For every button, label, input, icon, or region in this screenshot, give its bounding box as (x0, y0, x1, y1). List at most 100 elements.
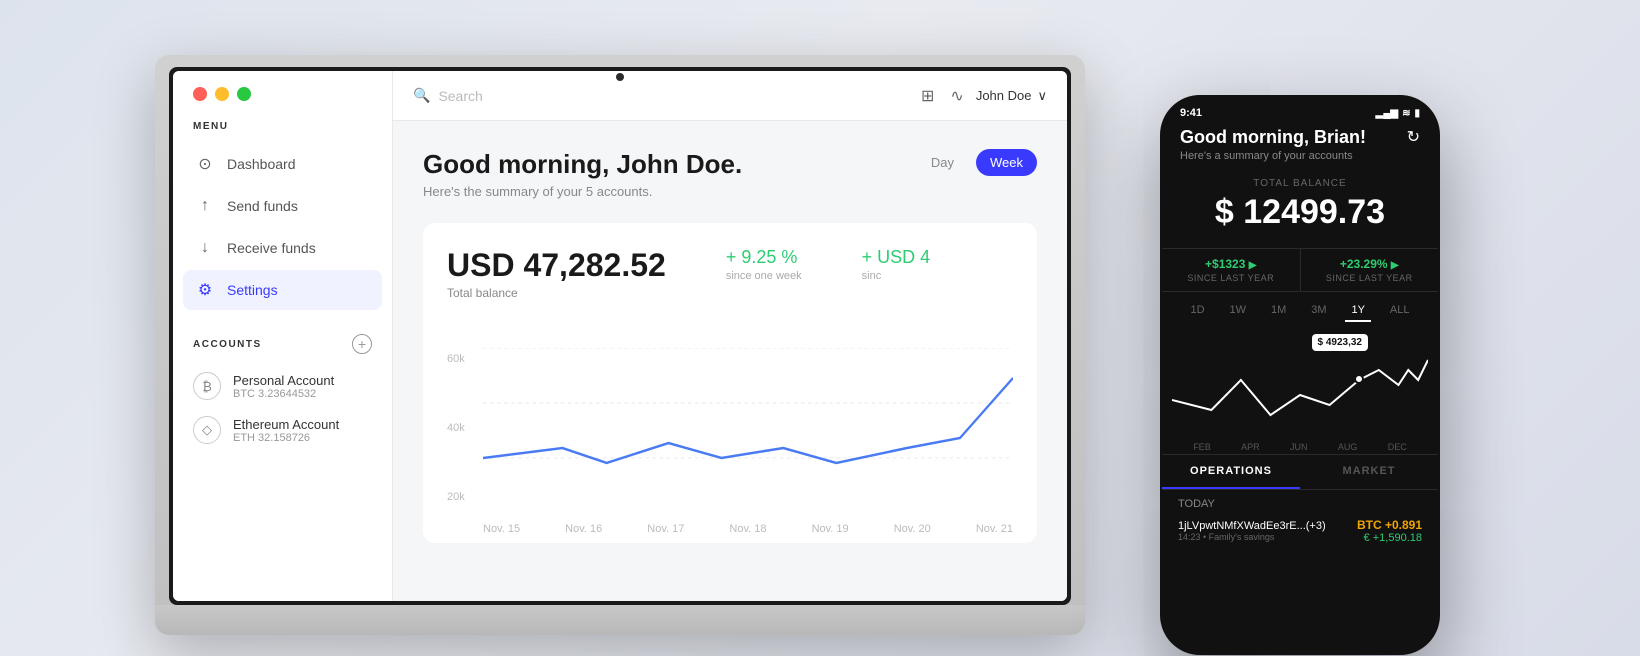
account-personal[interactable]: ₿ Personal Account BTC 3.23644532 (173, 364, 392, 408)
menu-label: MENU (173, 121, 392, 144)
clock-icon: ⊙ (195, 154, 215, 174)
laptop-bezel: MENU ⊙ Dashboard ↑ Send funds ↓ Receive (169, 67, 1071, 605)
sidebar-item-label: Settings (227, 282, 278, 298)
arrow-up-icon: ↑ (195, 196, 215, 216)
phone-period-tabs: 1D 1W 1M 3M 1Y ALL (1162, 292, 1438, 330)
op-detail: 1jLVpwtNMfXWadEe3rE...(+3) 14:23 • Famil… (1178, 520, 1347, 542)
stat1-value: + 9.25 % (726, 247, 802, 268)
phone-time: 9:41 (1180, 107, 1202, 119)
phone-screen: 9:41 ▂▄▆ ≋ ▮ Good morning, Brian! Here's… (1162, 95, 1438, 653)
search-wrap: 🔍 Search (413, 87, 909, 104)
topbar: 🔍 Search ⊞ ∿ John Doe ∨ (393, 71, 1067, 121)
sidebar-item-label: Receive funds (227, 240, 316, 256)
line-chart (483, 348, 1013, 513)
add-account-button[interactable]: + (352, 334, 372, 354)
op-coin: BTC +0.891 (1357, 518, 1422, 532)
phone-greeting-block: Good morning, Brian! Here's a summary of… (1180, 127, 1366, 162)
phone: 9:41 ▂▄▆ ≋ ▮ Good morning, Brian! Here's… (1160, 95, 1440, 655)
phone-balance-stats: +$1323 ▶ SINCE LAST YEAR +23.29% ▶ SINCE… (1162, 248, 1438, 292)
search-icon: 🔍 (413, 87, 430, 104)
accounts-label: ACCOUNTS (193, 339, 262, 350)
search-placeholder: Search (438, 88, 482, 104)
main-content: 🔍 Search ⊞ ∿ John Doe ∨ (393, 71, 1067, 601)
phone-x-dec: DEC (1388, 442, 1407, 452)
refresh-icon[interactable]: ↻ (1407, 127, 1420, 147)
wifi-icon: ≋ (1402, 108, 1410, 119)
stat2-label: sinc (862, 270, 931, 282)
period-tab-1y[interactable]: 1Y (1345, 300, 1370, 322)
op-value: € +1,590.18 (1357, 532, 1422, 544)
chart-balance-label: Total balance (447, 286, 666, 300)
period-tab-1w[interactable]: 1W (1224, 300, 1253, 322)
sidebar-item-receive[interactable]: ↓ Receive funds (183, 228, 382, 268)
period-tab-3m[interactable]: 3M (1305, 300, 1332, 322)
period-tab-all[interactable]: ALL (1384, 300, 1416, 322)
phone-header: Good morning, Brian! Here's a summary of… (1162, 119, 1438, 174)
x-label-2: Nov. 16 (565, 523, 602, 535)
sidebar-nav: ⊙ Dashboard ↑ Send funds ↓ Receive funds (173, 144, 392, 310)
phone-chart-area: $ 4923,32 (1172, 330, 1428, 440)
today-label: TODAY (1178, 498, 1422, 510)
sidebar: MENU ⊙ Dashboard ↑ Send funds ↓ Receive (173, 71, 393, 601)
balance-block: USD 47,282.52 Total balance (447, 247, 666, 300)
account-ethereum[interactable]: ◇ Ethereum Account ETH 32.158726 (173, 408, 392, 452)
period-week-button[interactable]: Week (976, 149, 1037, 176)
x-label-1: Nov. 15 (483, 523, 520, 535)
laptop: MENU ⊙ Dashboard ↑ Send funds ↓ Receive (155, 55, 1085, 635)
op-amount: BTC +0.891 € +1,590.18 (1357, 518, 1422, 544)
x-label-7: Nov. 21 (976, 523, 1013, 535)
traffic-lights (193, 87, 251, 101)
user-info[interactable]: John Doe ∨ (976, 88, 1047, 104)
period-tab-1d[interactable]: 1D (1184, 300, 1210, 322)
laptop-base (155, 605, 1085, 635)
op-sub: 14:23 • Family's savings (1178, 532, 1347, 542)
sidebar-item-label: Dashboard (227, 156, 296, 172)
tab-operations[interactable]: OPERATIONS (1162, 455, 1300, 489)
sidebar-item-settings[interactable]: ⚙ Settings (183, 270, 382, 310)
dashboard: Good morning, John Doe. Here's the summa… (393, 121, 1067, 601)
tab-market[interactable]: MARKET (1300, 455, 1438, 489)
btc-icon: ₿ (193, 372, 221, 400)
chart-header: USD 47,282.52 Total balance + 9.25 % sin… (447, 247, 1013, 300)
camera (616, 73, 624, 81)
arrow-down-icon: ↓ (195, 238, 215, 258)
phone-balance-section: TOTAL BALANCE $ 12499.73 (1162, 174, 1438, 240)
period-day-button[interactable]: Day (917, 149, 968, 176)
close-button[interactable] (193, 87, 207, 101)
x-label-4: Nov. 18 (729, 523, 766, 535)
battery-icon: ▮ (1414, 108, 1420, 119)
phone-stat2-value: +23.29% ▶ (1313, 257, 1427, 271)
stat2-value: + USD 4 (862, 247, 931, 268)
accounts-section: ACCOUNTS + ₿ Personal Account BTC 3.2364… (173, 334, 392, 452)
minimize-button[interactable] (215, 87, 229, 101)
maximize-button[interactable] (237, 87, 251, 101)
copy-icon[interactable]: ⊞ (921, 86, 934, 106)
op-hash: 1jLVpwtNMfXWadEe3rE...(+3) (1178, 520, 1347, 532)
chart-stat-2: + USD 4 sinc (862, 247, 931, 282)
account-info: Personal Account BTC 3.23644532 (233, 373, 334, 400)
greeting-title: Good morning, John Doe. (423, 149, 742, 180)
eth-icon: ◇ (193, 416, 221, 444)
phone-bottom-tabs: OPERATIONS MARKET (1162, 454, 1438, 490)
phone-x-jun: JUN (1290, 442, 1308, 452)
phone-x-apr: APR (1241, 442, 1260, 452)
account-sub: ETH 32.158726 (233, 432, 339, 444)
period-tab-1m[interactable]: 1M (1265, 300, 1292, 322)
greeting-row: Good morning, John Doe. Here's the summa… (423, 149, 1037, 199)
phone-greeting: Good morning, Brian! (1180, 127, 1366, 148)
account-name: Personal Account (233, 373, 334, 388)
phone-operations: TODAY 1jLVpwtNMfXWadEe3rE...(+3) 14:23 •… (1162, 490, 1438, 552)
sidebar-item-send[interactable]: ↑ Send funds (183, 186, 382, 226)
activity-icon[interactable]: ∿ (950, 86, 963, 106)
x-labels: Nov. 15 Nov. 16 Nov. 17 Nov. 18 Nov. 19 … (483, 523, 1013, 535)
y-label-60k: 60k (447, 353, 465, 365)
sidebar-item-label: Send funds (227, 198, 298, 214)
phone-line-chart (1172, 330, 1428, 440)
phone-chart-dot (1354, 374, 1364, 384)
greeting-block: Good morning, John Doe. Here's the summa… (423, 149, 742, 199)
sidebar-item-dashboard[interactable]: ⊙ Dashboard (183, 144, 382, 184)
user-name: John Doe (976, 88, 1032, 103)
period-toggles: Day Week (917, 149, 1037, 176)
phone-stat-1: +$1323 ▶ SINCE LAST YEAR (1162, 249, 1301, 291)
laptop-screen: MENU ⊙ Dashboard ↑ Send funds ↓ Receive (173, 71, 1067, 601)
